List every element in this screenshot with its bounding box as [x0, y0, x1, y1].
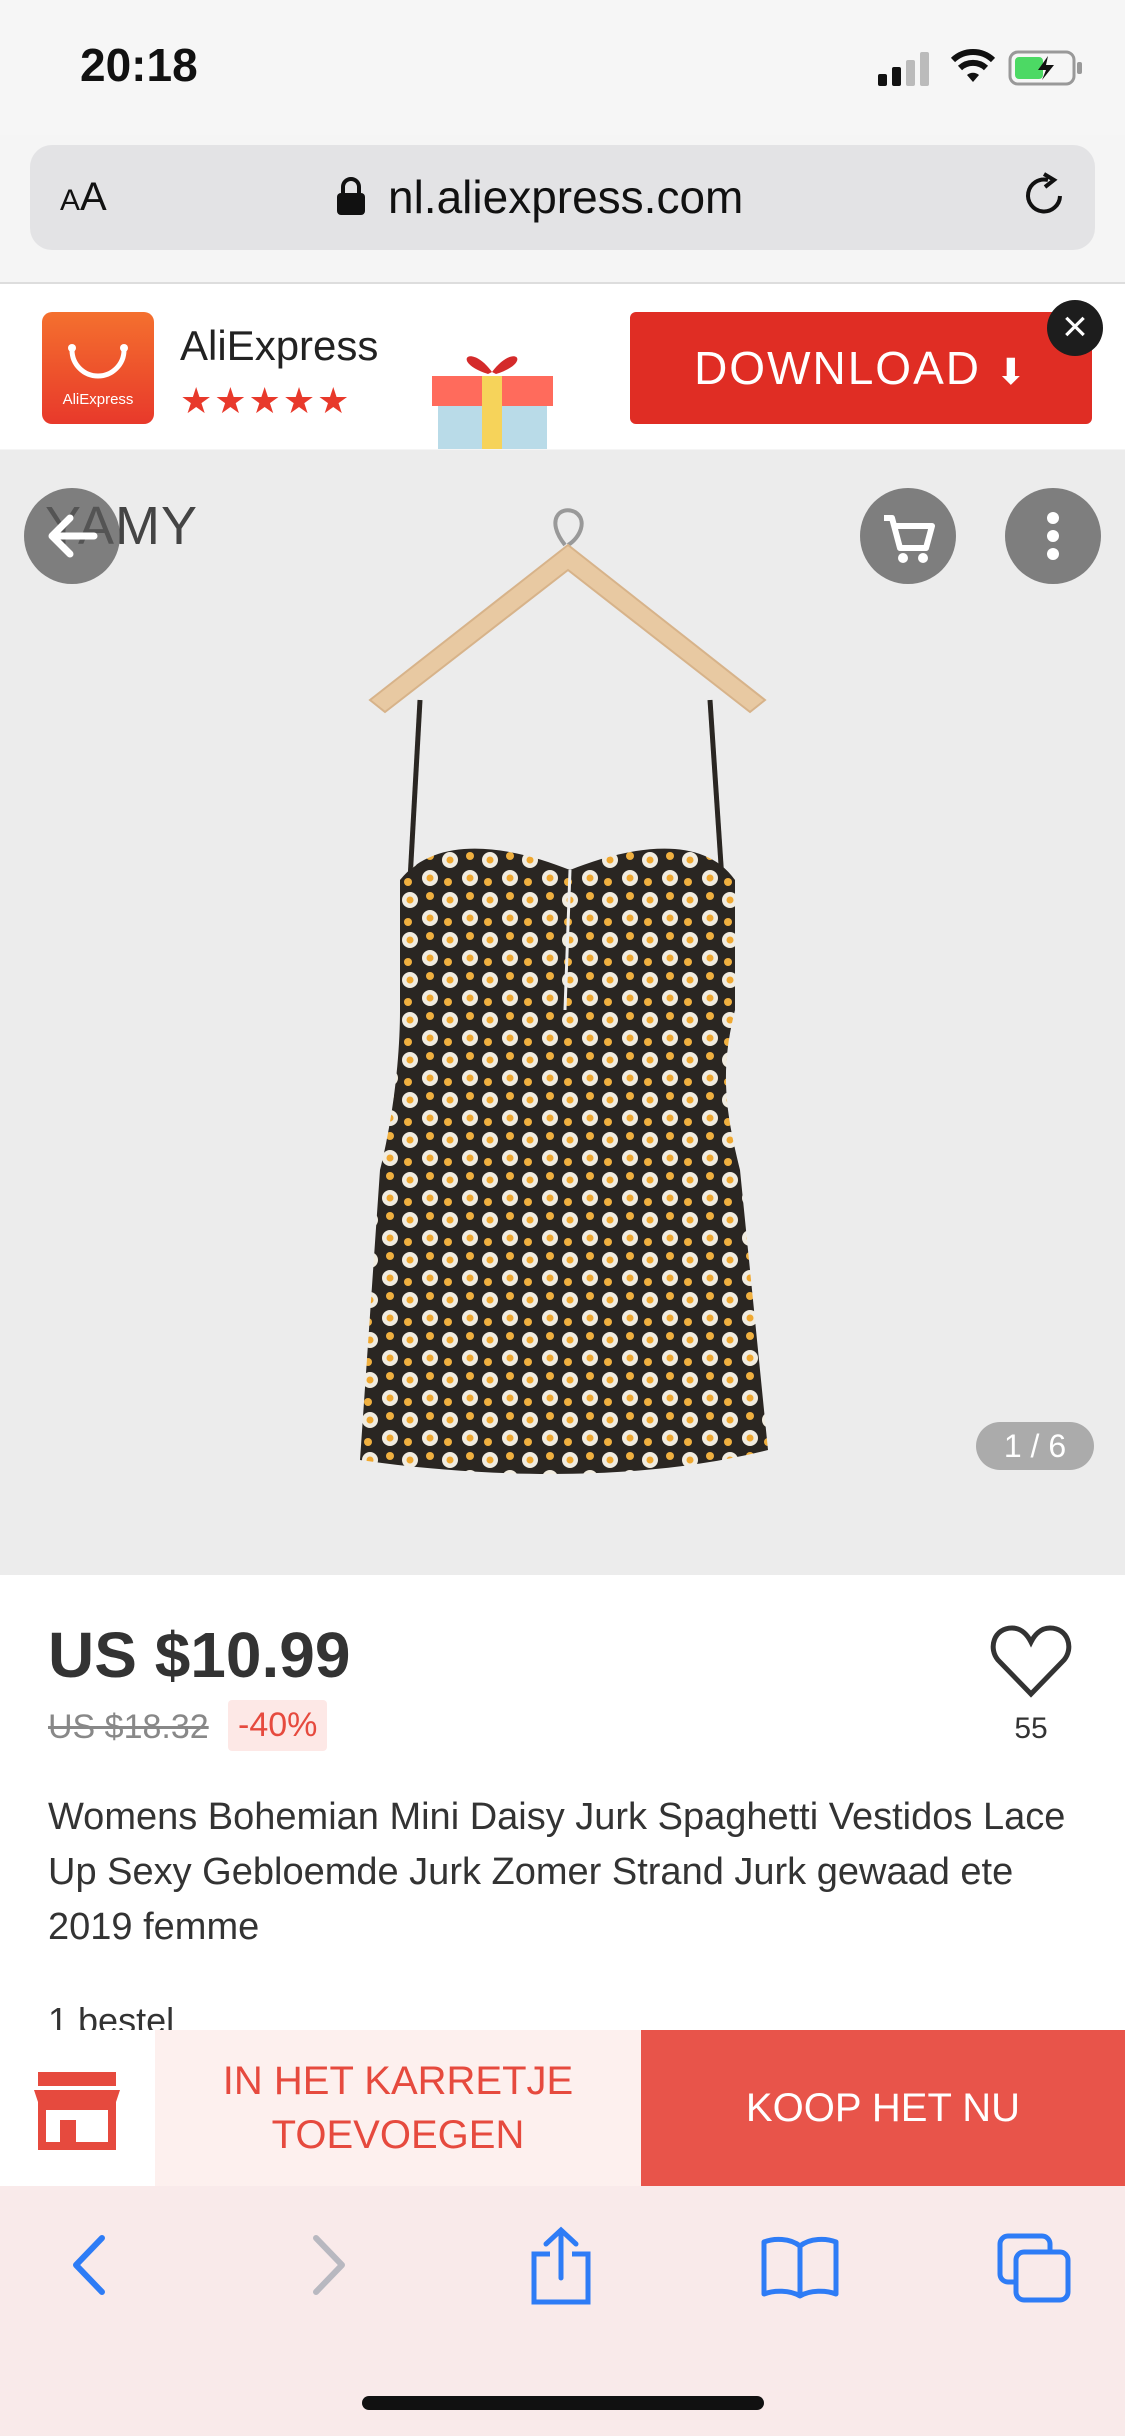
wishlist-count: 55 [1014, 1712, 1048, 1745]
aliexpress-logo: AliExpress [42, 312, 154, 424]
close-banner-icon[interactable]: × [1047, 300, 1103, 356]
text-size-small-label: A [60, 184, 81, 217]
bookmarks-icon[interactable] [760, 2234, 840, 2300]
download-button[interactable]: DOWNLOAD ⬇ [630, 312, 1092, 424]
arrow-left-icon [48, 514, 98, 558]
cellular-signal-icon [878, 52, 929, 86]
add-to-cart-label-line1: IN HET KARRETJE [222, 2059, 574, 2103]
battery-charging-icon [1008, 50, 1082, 86]
lock-icon [337, 177, 365, 215]
text-size-button[interactable]: AA [60, 175, 107, 220]
product-title: Womens Bohemian Mini Daisy Jurk Spaghett… [48, 1796, 1066, 1948]
buy-now-label: KOOP HET NU [745, 2085, 1021, 2130]
add-to-cart-button[interactable]: IN HET KARRETJE TOEVOEGEN [155, 2030, 641, 2186]
heart-icon[interactable] [990, 1622, 1072, 1698]
more-options-button[interactable] [1005, 488, 1101, 584]
image-counter: 1 / 6 [976, 1422, 1094, 1470]
url-text[interactable]: nl.aliexpress.com [388, 170, 743, 224]
app-name: AliExpress [180, 322, 379, 369]
tabs-icon[interactable] [996, 2232, 1072, 2304]
shopping-cart-icon [884, 515, 935, 563]
product-image[interactable] [0, 450, 1125, 1575]
download-icon: ⬇ [995, 351, 1028, 392]
buy-now-button[interactable]: KOOP HET NU [641, 2030, 1125, 2186]
text-size-large-label: A [80, 175, 107, 219]
status-time: 20:18 [80, 39, 198, 91]
discount-badge: -40% [228, 1700, 328, 1751]
more-vertical-icon [1047, 512, 1059, 560]
rating-stars: ★★★★★ [180, 380, 352, 421]
dress-on-hanger-image [360, 508, 768, 1474]
app-logo-text: AliExpress [62, 391, 134, 408]
store-button[interactable] [0, 2030, 155, 2186]
price: US $10.99 [48, 1619, 351, 1691]
forward-nav-icon[interactable] [296, 2230, 356, 2300]
original-price: US $18.32 [48, 1708, 209, 1746]
cart-button[interactable] [860, 488, 956, 584]
download-label: DOWNLOAD [694, 342, 981, 394]
share-icon[interactable] [526, 2226, 596, 2306]
store-icon [34, 2072, 120, 2150]
reload-icon[interactable] [1018, 170, 1070, 222]
add-to-cart-label-line2: TOEVOEGEN [271, 2113, 525, 2157]
gift-icon [432, 356, 553, 449]
home-indicator[interactable] [362, 2396, 764, 2410]
back-nav-icon[interactable] [62, 2230, 122, 2300]
back-button[interactable] [24, 488, 120, 584]
wifi-icon [950, 49, 996, 82]
